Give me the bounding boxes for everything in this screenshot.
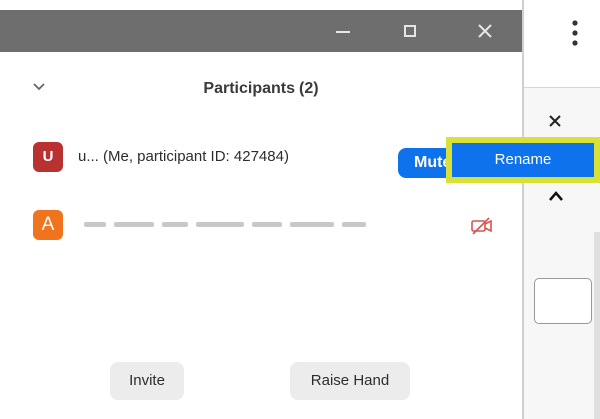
close-icon (478, 24, 492, 38)
avatar: U (33, 142, 63, 172)
raise-hand-button[interactable]: Raise Hand (290, 362, 410, 400)
more-options-icon[interactable] (572, 20, 578, 46)
participant-row[interactable]: A (0, 206, 522, 250)
scrollbar[interactable] (594, 232, 600, 419)
title-bar (0, 10, 522, 52)
side-panel (524, 0, 600, 419)
close-icon[interactable] (548, 114, 562, 128)
page-title: Participants (2) (0, 80, 522, 98)
participants-header: Participants (2) (0, 52, 522, 122)
rename-menu-item[interactable]: Rename (452, 143, 594, 177)
minimize-button[interactable] (315, 10, 371, 52)
video-off-icon (471, 217, 492, 235)
mute-button[interactable]: Mute (398, 148, 450, 178)
invite-button[interactable]: Invite (110, 362, 184, 400)
chevron-up-icon[interactable] (548, 190, 564, 202)
maximize-icon (404, 25, 416, 37)
avatar: A (33, 210, 63, 240)
side-input-field[interactable] (534, 278, 592, 324)
close-window-button[interactable] (457, 10, 513, 52)
context-menu: Rename (446, 137, 600, 183)
participant-name: u... (Me, participant ID: 427484) (78, 148, 289, 165)
participants-title: Participants (203, 80, 296, 97)
maximize-button[interactable] (383, 10, 439, 52)
blurred-participant-name (84, 216, 384, 234)
participant-count: (2) (299, 80, 319, 97)
minimize-icon (336, 31, 350, 33)
participants-window: Participants (2) U u... (Me, participant … (0, 0, 524, 419)
